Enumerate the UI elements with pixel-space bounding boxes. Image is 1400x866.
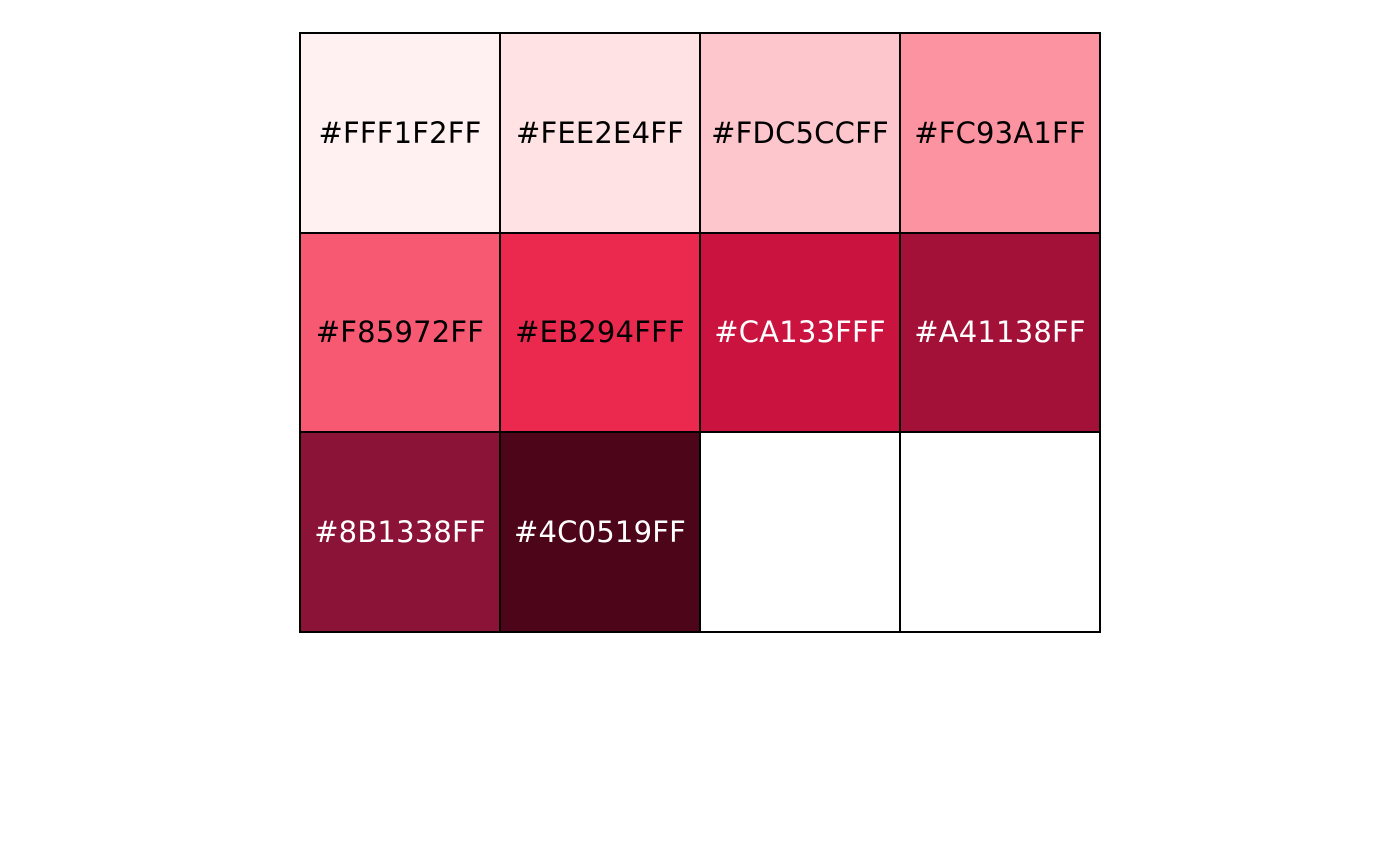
swatch-5: #F85972FF: [301, 233, 501, 434]
swatch-2: #FEE2E4FF: [501, 34, 701, 234]
swatch-label: #FFF1F2FF: [318, 115, 482, 150]
swatch-label: #F85972FF: [315, 315, 485, 350]
color-swatch-grid: #FFF1F2FF #FEE2E4FF #FDC5CCFF #FC93A1FF …: [299, 32, 1101, 633]
swatch-empty-1: [701, 433, 901, 633]
swatch-label: #EB294FFF: [515, 315, 685, 350]
swatch-label: #FEE2E4FF: [515, 115, 684, 150]
swatch-9: #8B1338FF: [301, 433, 501, 633]
swatch-7: #CA133FFF: [701, 233, 901, 434]
swatch-label: #A41138FF: [914, 315, 1086, 350]
swatch-6: #EB294FFF: [501, 233, 701, 434]
swatch-4: #FC93A1FF: [901, 34, 1101, 234]
swatch-3: #FDC5CCFF: [701, 34, 901, 234]
swatch-label: #FC93A1FF: [914, 115, 1086, 150]
swatch-label: #8B1338FF: [314, 515, 486, 550]
swatch-empty-2: [901, 433, 1101, 633]
swatch-label: #4C0519FF: [514, 515, 686, 550]
swatch-8: #A41138FF: [901, 233, 1101, 434]
swatch-label: #FDC5CCFF: [711, 115, 889, 150]
swatch-label: #CA133FFF: [714, 315, 886, 350]
swatch-1: #FFF1F2FF: [301, 34, 501, 234]
swatch-10: #4C0519FF: [501, 433, 701, 633]
